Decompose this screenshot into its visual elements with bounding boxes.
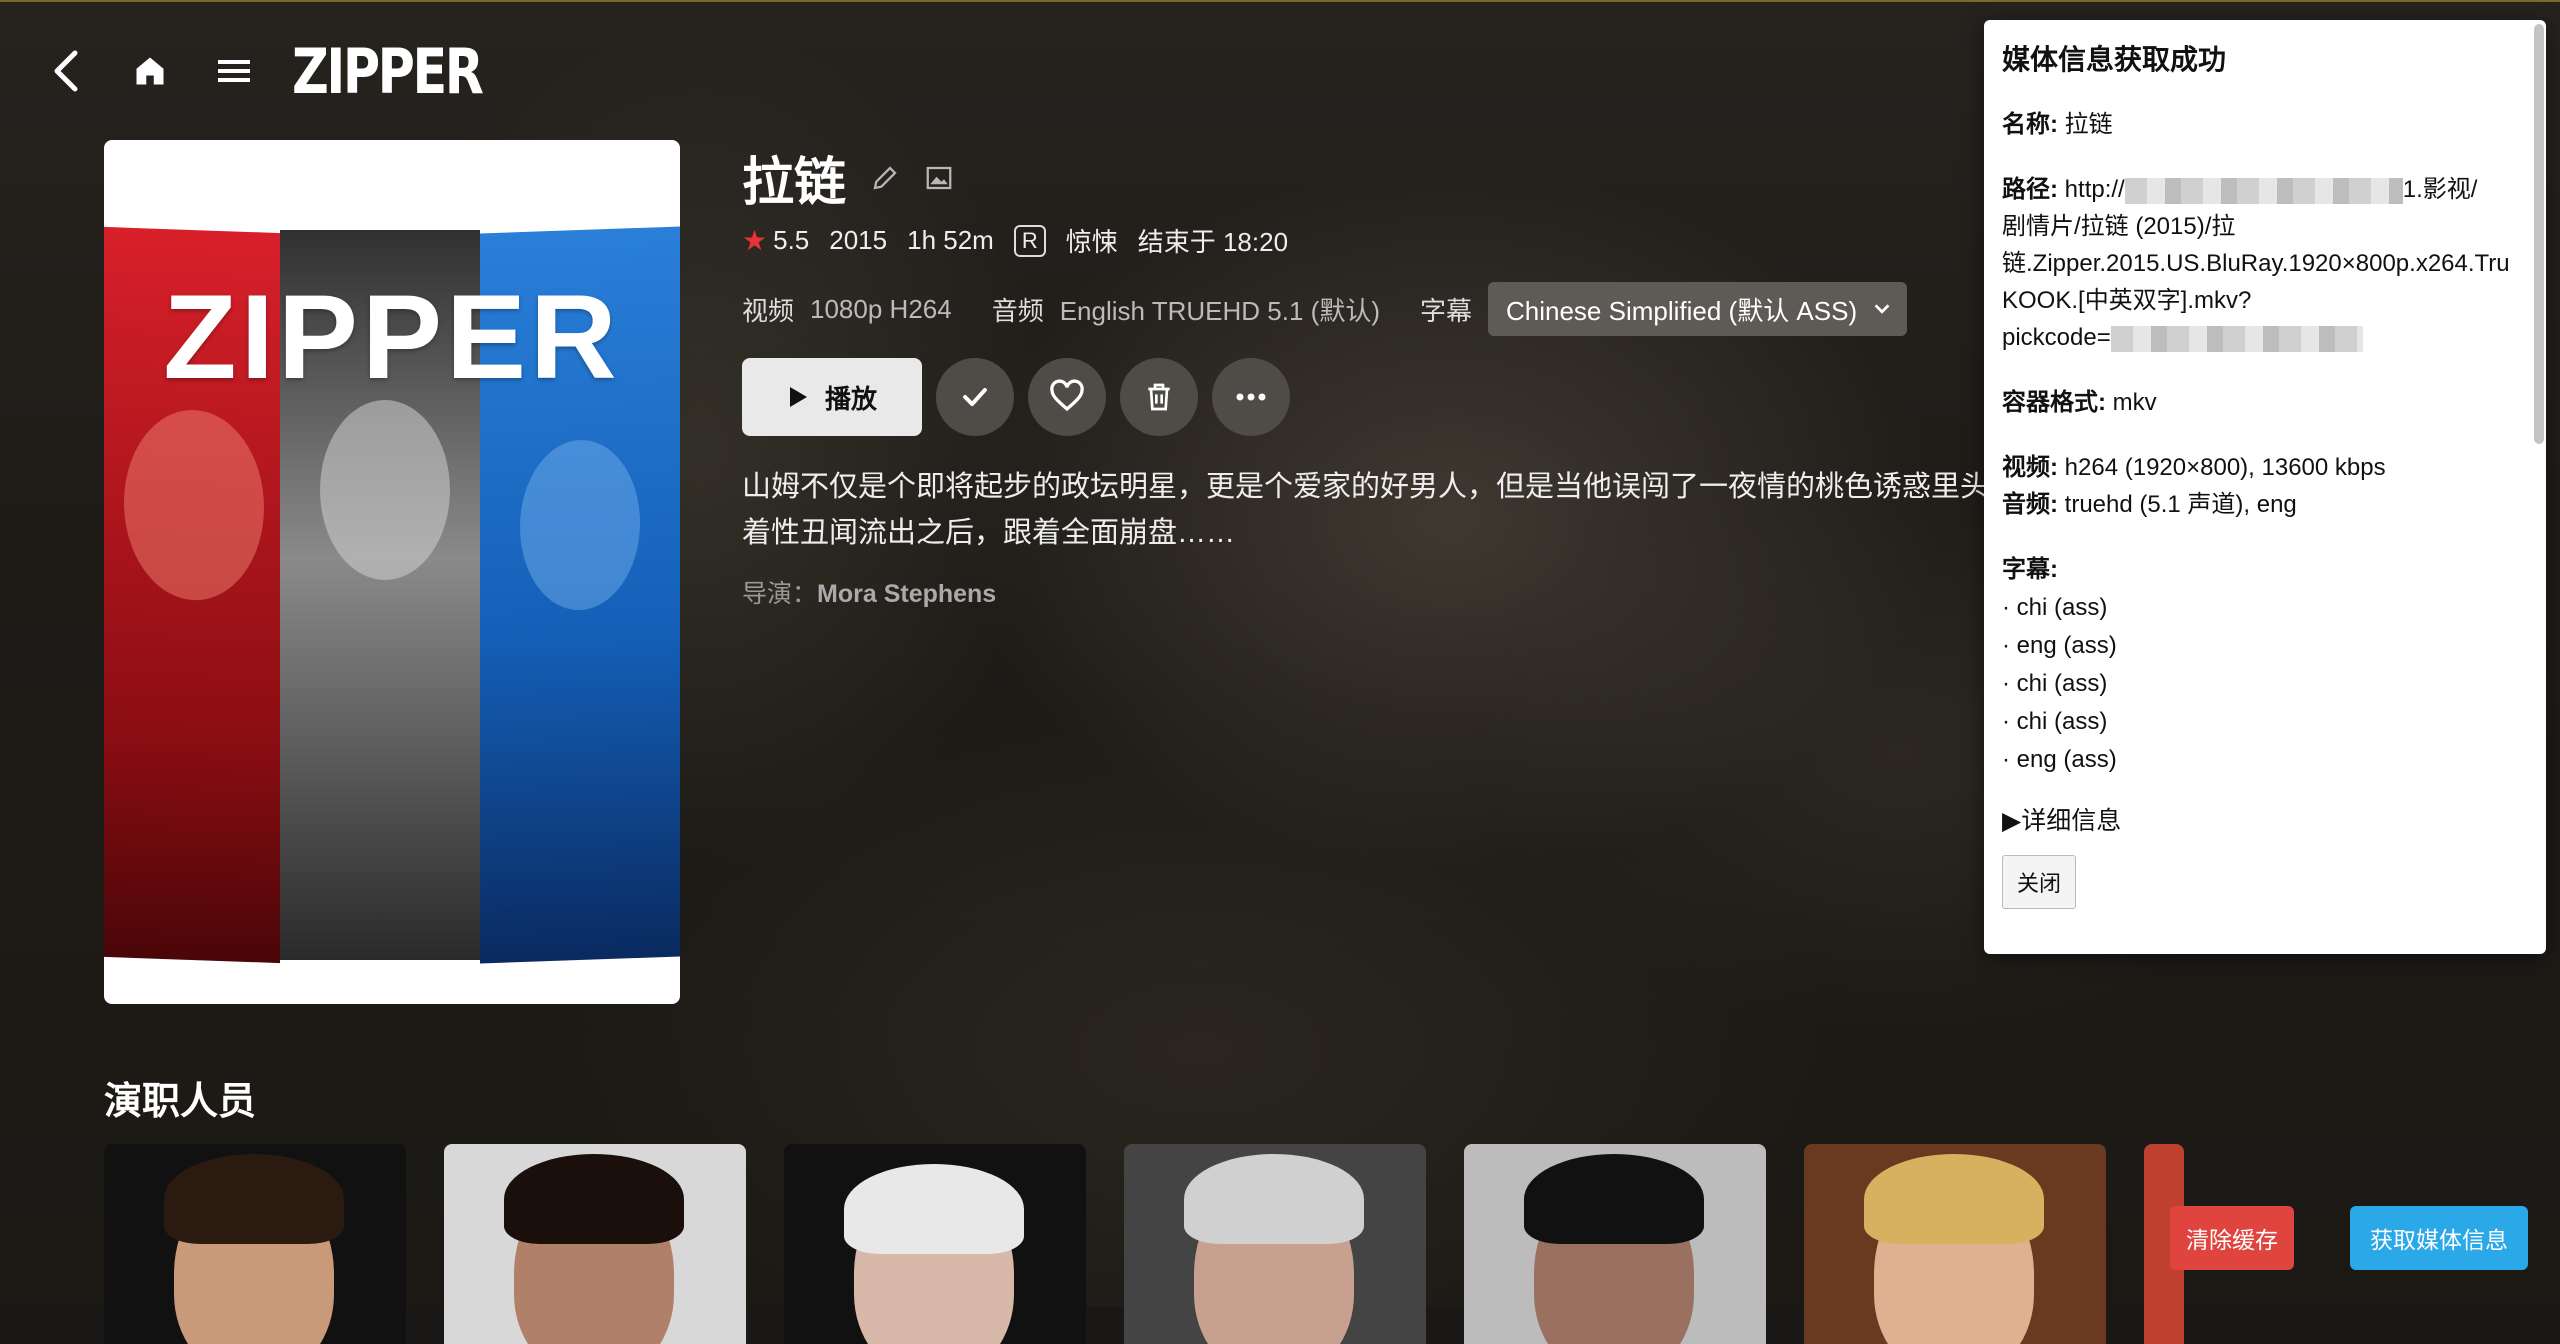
home-icon <box>136 57 164 85</box>
production-year: 2015 <box>829 225 888 255</box>
path-line-5: pickcode= <box>2002 324 2111 351</box>
favorite-button[interactable] <box>1028 358 1106 436</box>
subtitle-label: 字幕 <box>1419 295 1472 326</box>
cast-card[interactable] <box>444 1144 746 1344</box>
item-meta: ★ 5.5 2015 1h 52m R 惊悚 结束于 18:20 <box>742 222 1288 259</box>
media-info-dialog: 媒体信息获取成功 名称: 拉链 路径: http:// 1.影视/ 剧情片/拉链 … <box>1984 20 2546 954</box>
path-line-3: 链.Zipper.2015.US.BluRay.1920×800p.x264.T… <box>2002 250 2510 277</box>
top-accent-line <box>0 0 2560 2</box>
path-line-2: 剧情片/拉链 (2015)/拉 <box>2002 213 2236 240</box>
cast-card[interactable] <box>1124 1144 1426 1344</box>
delete-button[interactable] <box>1120 358 1198 436</box>
video-info-label: 视频: <box>2002 454 2058 481</box>
redacted-block <box>2110 325 2363 352</box>
home-button[interactable] <box>120 41 180 101</box>
fetch-media-info-button[interactable]: 获取媒体信息 <box>2350 1206 2528 1270</box>
path-suffix: 1.影视/ <box>2402 176 2478 203</box>
path-label: 路径: <box>2002 176 2058 203</box>
more-options-button[interactable] <box>1212 358 1290 436</box>
details-toggle[interactable]: ▶详细信息 <box>2002 801 2546 837</box>
cast-list <box>104 1144 2184 1344</box>
action-buttons: 播放 <box>742 358 1290 436</box>
audio-label: 音频 <box>991 295 1044 326</box>
audio-info-value: truehd (5.1 声道), eng <box>2064 491 2297 518</box>
dialog-title: 媒体信息获取成功 <box>2002 44 2227 75</box>
subtitle-select-value: Chinese Simplified (默认 ASS) <box>1506 295 1858 326</box>
poster-image[interactable]: ZIPPER <box>104 140 680 1004</box>
subtitle-item: · chi (ass) <box>2002 594 2108 621</box>
director-link[interactable]: Mora Stephens <box>817 580 996 608</box>
cast-card[interactable] <box>1804 1144 2106 1344</box>
menu-button[interactable] <box>204 41 264 101</box>
official-rating-badge: R <box>1013 224 1046 257</box>
subtitle-item: · chi (ass) <box>2002 708 2108 735</box>
path-prefix: http:// <box>2064 176 2125 203</box>
details-label: 详细信息 <box>2021 807 2122 835</box>
video-value: 1080p H264 <box>810 293 952 324</box>
ends-at: 结束于 18:20 <box>1137 227 1289 257</box>
container-value: mkv <box>2112 389 2157 416</box>
star-icon: ★ <box>742 225 768 256</box>
dialog-scrollbar[interactable] <box>2534 24 2544 444</box>
chevron-down-icon <box>1874 304 1890 314</box>
header-left: ZIPPER <box>36 35 523 108</box>
cast-card[interactable] <box>104 1144 406 1344</box>
subtitle-item: · eng (ass) <box>2002 746 2117 773</box>
subtitle-item: · eng (ass) <box>2002 632 2117 659</box>
community-rating: 5.5 <box>773 225 810 255</box>
play-button-label: 播放 <box>824 383 877 414</box>
back-button[interactable] <box>36 41 96 101</box>
subtitle-select[interactable]: Chinese Simplified (默认 ASS) <box>1488 282 1908 336</box>
clear-cache-button[interactable]: 清除缓存 <box>2170 1206 2294 1270</box>
image-edit-icon[interactable] <box>924 163 954 193</box>
runtime: 1h 52m <box>907 225 994 255</box>
media-streams: 视频 1080p H264 音频 English TRUEHD 5.1 (默认)… <box>742 282 1908 336</box>
container-row: 容器格式: mkv <box>2002 384 2546 421</box>
cast-heading: 演职人员 <box>104 1081 257 1123</box>
audio-info-label: 音频: <box>2002 491 2058 518</box>
video-label: 视频 <box>742 295 795 326</box>
edit-pencil-icon[interactable] <box>870 163 900 193</box>
genre[interactable]: 惊悚 <box>1066 222 1118 259</box>
check-icon <box>963 387 987 407</box>
director-label: 导演： <box>742 580 818 608</box>
subtitle-item: · chi (ass) <box>2002 670 2108 697</box>
play-button[interactable]: 播放 <box>742 358 922 436</box>
video-row: 视频: h264 (1920×800), 13600 kbps 音频: true… <box>2002 449 2546 523</box>
app-logo[interactable]: ZIPPER <box>292 35 484 108</box>
name-label: 名称: <box>2002 111 2058 138</box>
close-button[interactable]: 关闭 <box>2002 855 2077 909</box>
video-info-value: h264 (1920×800), 13600 kbps <box>2064 454 2386 481</box>
path-row: 路径: http:// 1.影视/ 剧情片/拉链 (2015)/拉 链.Zippe… <box>2002 171 2546 356</box>
name-row: 名称: 拉链 <box>2002 106 2546 143</box>
hamburger-menu-icon <box>218 60 250 82</box>
cast-card[interactable] <box>1464 1144 1766 1344</box>
subtitles-label: 字幕: <box>2002 556 2058 583</box>
name-value: 拉链 <box>2064 111 2113 138</box>
chevron-left-icon <box>54 50 78 92</box>
trash-icon <box>1148 383 1170 411</box>
page-title: 拉链 <box>742 154 847 212</box>
mark-played-button[interactable] <box>936 358 1014 436</box>
triangle-right-icon: ▶ <box>2002 807 2022 835</box>
director-line: 导演：Mora Stephens <box>742 574 996 610</box>
path-line-4: KOOK.[中英双字].mkv? <box>2002 287 2252 314</box>
subtitles-row: 字幕: · chi (ass) · eng (ass) · chi (ass) … <box>2002 551 2546 779</box>
audio-value: English TRUEHD 5.1 (默认) <box>1059 295 1380 326</box>
heart-icon <box>1050 379 1084 412</box>
redacted-block <box>2124 177 2403 204</box>
play-icon <box>789 387 807 407</box>
item-title-row: 拉链 <box>742 140 954 215</box>
poster-title-text: ZIPPER <box>163 270 621 404</box>
container-label: 容器格式: <box>2002 389 2106 416</box>
cast-card[interactable] <box>784 1144 1086 1344</box>
more-dots-icon <box>1236 393 1266 401</box>
